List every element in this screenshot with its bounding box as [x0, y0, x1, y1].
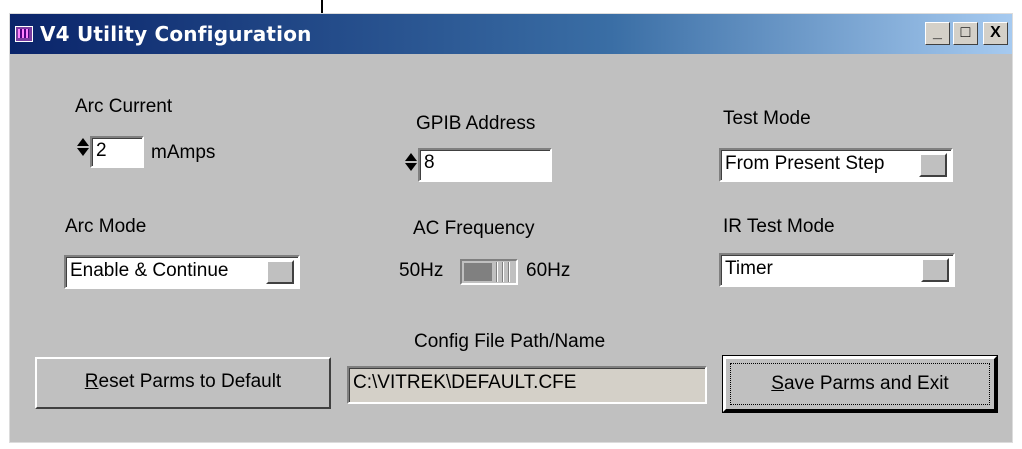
- arc-current-spinner-icon[interactable]: [76, 136, 90, 158]
- arc-current-unit: mAmps: [151, 142, 216, 163]
- config-file-path-field[interactable]: C:\VITREK\DEFAULT.CFE: [347, 366, 707, 404]
- frequency-60hz-label: 60Hz: [526, 260, 571, 281]
- close-button[interactable]: X: [983, 22, 1008, 45]
- save-parms-exit-button[interactable]: Save Parms and Exit: [723, 356, 997, 412]
- spin-up-icon[interactable]: [405, 153, 417, 161]
- window-title: V4 Utility Configuration: [40, 22, 312, 46]
- ir-test-mode-dropdown[interactable]: Timer: [719, 253, 955, 287]
- config-file-label: Config File Path/Name: [414, 331, 606, 352]
- switch-track: [464, 263, 492, 281]
- reset-parms-button[interactable]: Reset Parms to Default: [35, 357, 331, 409]
- frequency-toggle-switch[interactable]: [460, 259, 518, 285]
- dropdown-arrow-icon[interactable]: [921, 258, 949, 282]
- ir-test-mode-label: IR Test Mode: [723, 216, 835, 237]
- frequency-50hz-label: 50Hz: [399, 260, 444, 281]
- switch-thumb[interactable]: [492, 262, 514, 282]
- gpib-spinner-icon[interactable]: [404, 151, 418, 173]
- spin-up-icon[interactable]: [77, 138, 89, 146]
- spin-down-icon[interactable]: [77, 148, 89, 156]
- arc-mode-value: Enable & Continue: [70, 260, 229, 281]
- maximize-button[interactable]: □: [953, 22, 978, 45]
- reset-mnemonic: R: [84, 371, 99, 392]
- app-icon[interactable]: [15, 26, 33, 42]
- arc-current-label: Arc Current: [75, 96, 173, 117]
- title-bar[interactable]: V4 Utility Configuration _ □ X: [10, 14, 1012, 54]
- arc-mode-label: Arc Mode: [65, 216, 147, 237]
- test-mode-value: From Present Step: [725, 153, 885, 174]
- test-mode-dropdown[interactable]: From Present Step: [719, 148, 953, 182]
- reset-label: eset Parms to Default: [98, 371, 282, 392]
- config-window: V4 Utility Configuration _ □ X Arc Curre…: [9, 13, 1013, 443]
- dropdown-arrow-icon[interactable]: [266, 260, 294, 284]
- gpib-address-label: GPIB Address: [416, 113, 536, 134]
- spin-down-icon[interactable]: [405, 163, 417, 171]
- arc-mode-dropdown[interactable]: Enable & Continue: [64, 255, 300, 289]
- gpib-address-input[interactable]: 8: [418, 148, 552, 182]
- dropdown-arrow-icon[interactable]: [919, 153, 947, 177]
- ac-frequency-label: AC Frequency: [413, 218, 535, 239]
- ir-test-mode-value: Timer: [725, 258, 773, 279]
- arc-current-input[interactable]: 2: [90, 136, 144, 168]
- minimize-button[interactable]: _: [925, 22, 950, 45]
- focus-ring: [730, 363, 990, 405]
- test-mode-label: Test Mode: [723, 108, 811, 129]
